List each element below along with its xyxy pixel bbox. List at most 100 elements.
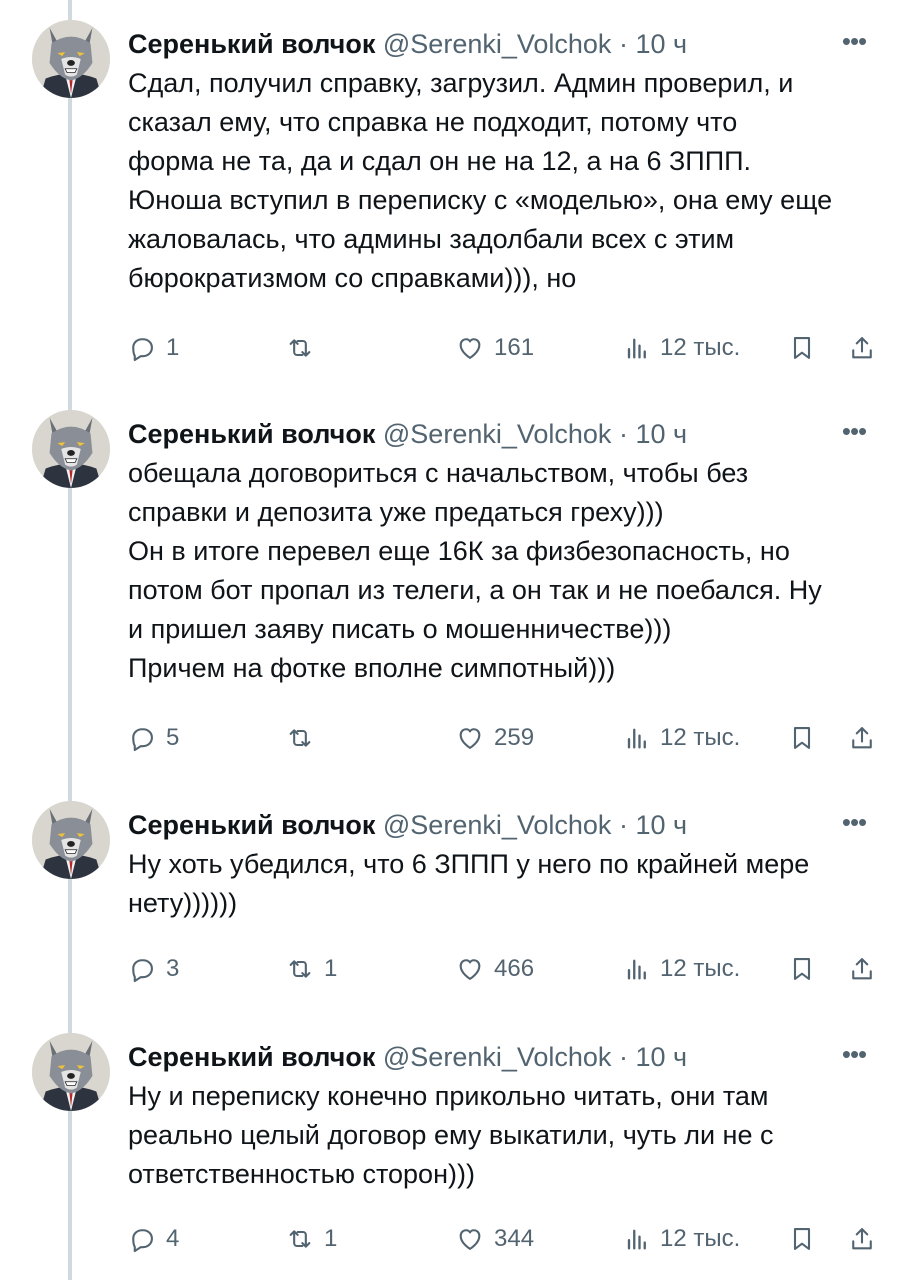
timestamp[interactable]: 10 ч (635, 29, 687, 59)
separator-dot: · (618, 29, 628, 59)
reply-count: 3 (166, 955, 180, 982)
share-icon (852, 337, 872, 359)
bookmark-icon (793, 958, 811, 980)
share-button[interactable] (848, 326, 876, 370)
like-button[interactable]: 259 (456, 716, 534, 760)
like-button[interactable]: 344 (456, 1217, 534, 1261)
bookmark-icon (793, 337, 811, 359)
reply-button[interactable]: 3 (128, 947, 179, 991)
avatar[interactable] (32, 410, 110, 488)
views-button[interactable]: 12 тыс. (622, 1217, 740, 1261)
view-count: 12 тыс. (660, 955, 741, 982)
tweet-text: Ну хоть убедился, что 6 ЗППП у него по к… (128, 845, 878, 923)
reply-count: 4 (166, 1225, 180, 1252)
views-button[interactable]: 12 тыс. (622, 947, 740, 991)
tweet[interactable]: Серенький волчок @Serenki_Volchok · 10 ч… (0, 390, 908, 781)
author-handle[interactable]: @Serenki_Volchok (383, 810, 612, 840)
share-icon (852, 727, 872, 749)
more-options-icon[interactable]: ••• (834, 1039, 874, 1075)
tweet-text-line: справки и депозита уже предаться греху))… (128, 497, 664, 527)
avatar[interactable] (32, 1033, 110, 1111)
avatar[interactable] (32, 801, 110, 879)
tweet-text-line: Ну и переписку конечно прикольно читать,… (128, 1081, 769, 1111)
separator-dot: · (618, 419, 628, 449)
tweet-text-line: бюрократизмом со справками))), но (128, 263, 577, 293)
author-name[interactable]: Серенький волчок (128, 810, 375, 840)
tweet[interactable]: Серенький волчок @Serenki_Volchok · 10 ч… (0, 0, 908, 390)
wolf-avatar-icon (32, 410, 110, 488)
tweet-text: обещала договориться с начальством, чтоб… (128, 454, 878, 688)
tweet-text-line: ответственностью сторон))) (128, 1159, 475, 1189)
retweet-button[interactable]: 1 (286, 1217, 337, 1261)
action-bar: 4 1 344 12 тыс. (128, 1217, 878, 1261)
reply-count: 1 (166, 334, 180, 361)
tweet-text-line: Ну хоть убедился, что 6 ЗППП у него по к… (128, 849, 810, 879)
author-name[interactable]: Серенький волчок (128, 1042, 375, 1072)
bookmark-button[interactable] (788, 716, 816, 760)
more-options-icon[interactable]: ••• (834, 807, 874, 843)
avatar[interactable] (32, 20, 110, 98)
separator-dot: · (618, 1042, 628, 1072)
tweet[interactable]: Серенький волчок @Serenki_Volchok · 10 ч… (0, 1013, 908, 1280)
reply-button[interactable]: 1 (128, 326, 179, 370)
action-bar: 3 1 466 12 тыс. (128, 947, 878, 991)
share-icon (852, 1228, 872, 1250)
timestamp[interactable]: 10 ч (635, 810, 687, 840)
views-button[interactable]: 12 тыс. (622, 326, 740, 370)
reply-button[interactable]: 4 (128, 1217, 179, 1261)
heart-icon (459, 728, 481, 749)
views-icon (627, 1229, 646, 1250)
author-handle[interactable]: @Serenki_Volchok (383, 419, 612, 449)
like-button[interactable]: 466 (456, 947, 534, 991)
action-bar: 1 161 12 тыс. (128, 326, 878, 370)
views-icon (627, 728, 646, 749)
retweet-icon (289, 339, 311, 357)
author-handle[interactable]: @Serenki_Volchok (383, 29, 612, 59)
tweet-text-line: Он в итоге перевел еще 16К за физбезопас… (128, 536, 790, 566)
tweet-text-line: жаловалась, что админы задолбали всех с … (128, 224, 735, 254)
like-button[interactable]: 161 (456, 326, 534, 370)
retweet-button[interactable] (286, 326, 324, 370)
share-button[interactable] (848, 716, 876, 760)
author-name[interactable]: Серенький волчок (128, 419, 375, 449)
tweet-header: Серенький волчок @Serenki_Volchok · 10 ч (128, 414, 868, 454)
views-button[interactable]: 12 тыс. (622, 716, 740, 760)
author-handle[interactable]: @Serenki_Volchok (383, 1042, 612, 1072)
tweet-text-line: обещала договориться с начальством, чтоб… (128, 458, 749, 488)
like-count: 344 (494, 1225, 535, 1252)
retweet-button[interactable]: 1 (286, 947, 337, 991)
action-bar: 5 259 12 тыс. (128, 716, 878, 760)
retweet-count: 1 (324, 955, 338, 982)
author-name[interactable]: Серенький волчок (128, 29, 375, 59)
reply-icon (132, 338, 153, 362)
timestamp[interactable]: 10 ч (635, 1042, 687, 1072)
tweet-text-line: реально целый договор ему выкатили, чуть… (128, 1120, 774, 1150)
reply-button[interactable]: 5 (128, 716, 179, 760)
view-count: 12 тыс. (660, 724, 741, 751)
views-icon (627, 338, 646, 359)
bookmark-button[interactable] (788, 326, 816, 370)
reply-icon (132, 1229, 153, 1253)
retweet-button[interactable] (286, 716, 324, 760)
bookmark-icon (793, 1228, 811, 1250)
more-options-icon[interactable]: ••• (834, 26, 874, 62)
bookmark-button[interactable] (788, 1217, 816, 1261)
share-button[interactable] (848, 947, 876, 991)
tweet-header: Серенький волчок @Serenki_Volchok · 10 ч (128, 24, 868, 64)
reply-icon (132, 959, 153, 983)
reply-icon (132, 728, 153, 752)
tweet-text-line: сказал ему, что справка не подходит, пот… (128, 107, 738, 137)
bookmark-button[interactable] (788, 947, 816, 991)
like-count: 161 (494, 334, 535, 361)
heart-icon (459, 1229, 481, 1250)
view-count: 12 тыс. (660, 334, 741, 361)
heart-icon (459, 338, 481, 359)
tweet[interactable]: Серенький волчок @Serenki_Volchok · 10 ч… (0, 781, 908, 1013)
tweet-text-line: Юноша вступил в переписку с «моделью», о… (128, 185, 833, 215)
retweet-icon (289, 960, 311, 978)
share-button[interactable] (848, 1217, 876, 1261)
share-icon (852, 958, 872, 980)
more-options-icon[interactable]: ••• (834, 416, 874, 452)
like-count: 259 (494, 724, 535, 751)
timestamp[interactable]: 10 ч (635, 419, 687, 449)
